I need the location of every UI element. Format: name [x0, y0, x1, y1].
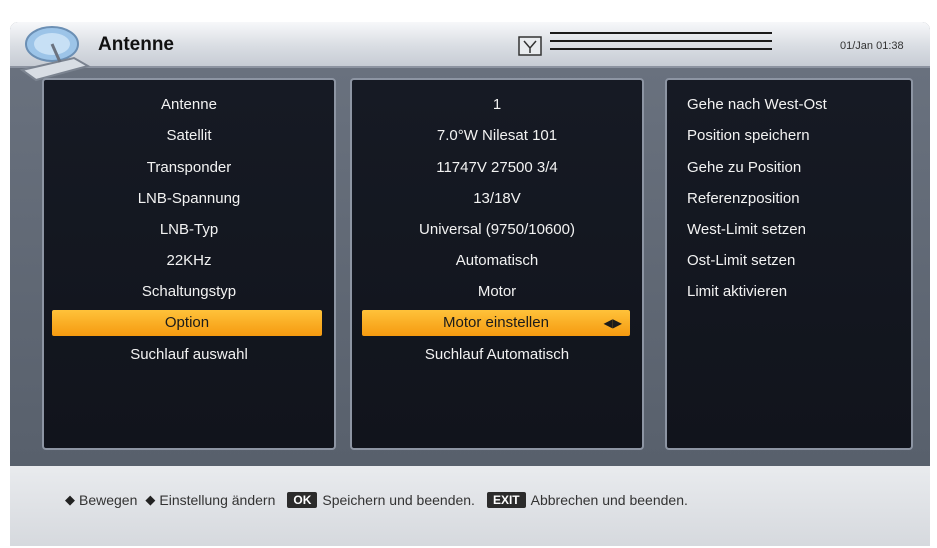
footer-help-bar: ◆ Bewegen ◆ Einstellung ändern OK Speich…	[10, 466, 930, 546]
menu-item-antenne[interactable]: Antenne	[44, 92, 334, 118]
value-22khz[interactable]: Automatisch	[352, 248, 642, 274]
value-suchlauf[interactable]: Suchlauf Automatisch	[352, 342, 642, 368]
value-antenne[interactable]: 1	[352, 92, 642, 118]
hint-move: Bewegen	[79, 492, 138, 508]
satellite-dish-icon	[19, 26, 91, 82]
option-gehe-zu-position[interactable]: Gehe zu Position	[687, 155, 801, 181]
settings-label-panel: Antenne Satellit Transponder LNB-Spannun…	[42, 78, 336, 450]
menu-item-suchlauf-auswahl[interactable]: Suchlauf auswahl	[44, 342, 334, 368]
option-referenzposition[interactable]: Referenzposition	[687, 186, 800, 212]
menu-item-option-selected[interactable]: Option	[52, 310, 322, 336]
page-title: Antenne	[98, 34, 174, 55]
footer-hints: ◆ Bewegen ◆ Einstellung ändern OK Speich…	[65, 492, 688, 508]
value-option-selected[interactable]: Motor einstellen ◀▶	[362, 310, 630, 336]
header-bar: Antenne 01/Jan 01:38	[10, 22, 930, 82]
signal-icon	[518, 36, 542, 56]
menu-item-schaltungstyp[interactable]: Schaltungstyp	[44, 279, 334, 305]
hint-save: Speichern und beenden.	[322, 492, 475, 508]
value-schaltungstyp[interactable]: Motor	[352, 279, 642, 305]
menu-item-transponder[interactable]: Transponder	[44, 155, 334, 181]
signal-quality-bar	[550, 40, 772, 42]
left-right-arrows-icon: ◆	[145, 492, 156, 507]
signal-strength-bar	[550, 32, 772, 34]
clock: 01/Jan 01:38	[840, 40, 904, 52]
value-option-label: Motor einstellen	[443, 314, 549, 331]
hint-change: Einstellung ändern	[159, 492, 276, 508]
ok-key-badge: OK	[287, 492, 318, 508]
option-ost-limit-setzen[interactable]: Ost-Limit setzen	[687, 248, 795, 274]
option-gehe-nach-west-ost[interactable]: Gehe nach West-Ost	[687, 92, 827, 118]
value-satellit[interactable]: 7.0°W Nilesat 101	[352, 123, 642, 149]
up-down-arrows-icon: ◆	[65, 492, 75, 507]
menu-item-lnb-spannung[interactable]: LNB-Spannung	[44, 186, 334, 212]
hint-exit: Abbrechen und beenden.	[530, 492, 688, 508]
option-limit-aktivieren[interactable]: Limit aktivieren	[687, 279, 787, 305]
option-position-speichern[interactable]: Position speichern	[687, 123, 810, 149]
left-right-arrows-icon: ◀▶	[603, 316, 622, 330]
value-transponder[interactable]: 11747V 27500 3/4	[352, 155, 642, 181]
value-lnb-typ[interactable]: Universal (9750/10600)	[352, 217, 642, 243]
option-west-limit-setzen[interactable]: West-Limit setzen	[687, 217, 806, 243]
signal-level-bar	[550, 48, 772, 50]
value-lnb-spannung[interactable]: 13/18V	[352, 186, 642, 212]
menu-item-22khz[interactable]: 22KHz	[44, 248, 334, 274]
exit-key-badge: EXIT	[486, 492, 526, 508]
menu-item-lnb-typ[interactable]: LNB-Typ	[44, 217, 334, 243]
motor-options-panel: Gehe nach West-Ost Position speichern Ge…	[665, 78, 913, 450]
settings-value-panel: 1 7.0°W Nilesat 101 11747V 27500 3/4 13/…	[350, 78, 644, 450]
menu-item-satellit[interactable]: Satellit	[44, 123, 334, 149]
